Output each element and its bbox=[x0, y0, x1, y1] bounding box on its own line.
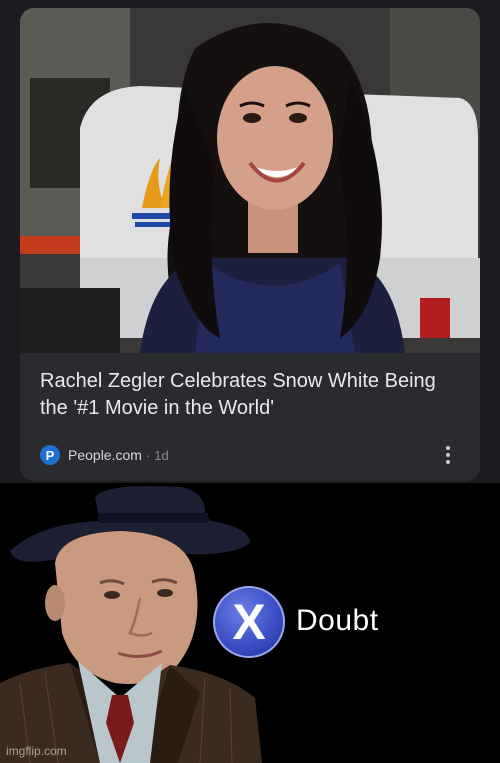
news-feed-panel: Rachel Zegler Celebrates Snow White Bein… bbox=[0, 0, 500, 483]
doubt-caption: Doubt bbox=[296, 604, 379, 637]
article-photo[interactable] bbox=[20, 8, 480, 353]
article-headline[interactable]: Rachel Zegler Celebrates Snow White Bein… bbox=[40, 368, 460, 422]
article-source[interactable]: P People.com · 1d bbox=[40, 444, 169, 466]
more-vertical-icon[interactable] bbox=[436, 444, 460, 466]
imgflip-watermark: imgflip.com bbox=[6, 744, 67, 758]
news-card[interactable]: Rachel Zegler Celebrates Snow White Bein… bbox=[20, 8, 480, 481]
people-logo-icon: P bbox=[40, 445, 60, 465]
source-separator: · bbox=[145, 447, 151, 463]
article-photo-illustration bbox=[20, 8, 480, 353]
x-glyph: X bbox=[232, 594, 266, 650]
article-age: 1d bbox=[154, 447, 169, 463]
source-name: People.com bbox=[68, 447, 142, 463]
x-button-icon: X bbox=[213, 586, 285, 658]
